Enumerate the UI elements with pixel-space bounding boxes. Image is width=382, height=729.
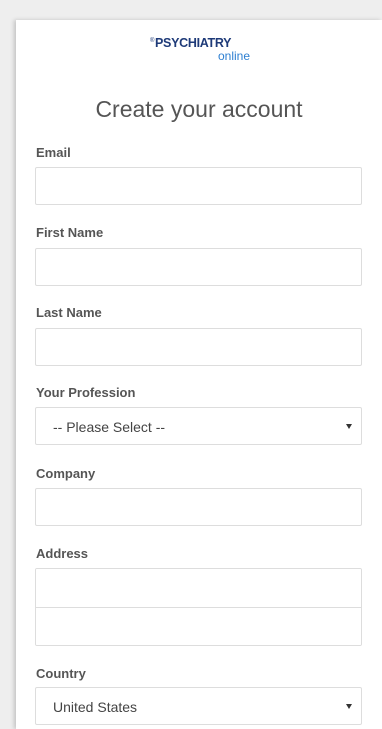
last-name-label: Last Name [36, 305, 102, 320]
profession-selected-value: -- Please Select -- [53, 419, 166, 435]
email-label: Email [36, 145, 71, 160]
company-label: Company [36, 466, 96, 481]
address-group [35, 568, 362, 646]
profession-label: Your Profession [36, 385, 136, 400]
chevron-down-icon [346, 704, 352, 709]
page-title: Create your account [95, 96, 303, 122]
logo-sub-text: online [217, 49, 250, 63]
logo-main-text: PSYCHIATRY [155, 36, 232, 50]
address-line-1-field[interactable] [36, 569, 361, 607]
logo-trademark: ® [150, 38, 155, 44]
country-select[interactable]: United States [35, 687, 362, 725]
first-name-field[interactable] [35, 248, 362, 286]
address-line-2-field[interactable] [36, 607, 361, 645]
email-field[interactable] [35, 167, 362, 205]
psychiatry-online-logo: ® PSYCHIATRY online [150, 36, 250, 68]
country-label: Country [36, 666, 86, 681]
profession-select[interactable]: -- Please Select -- [35, 407, 362, 445]
first-name-label: First Name [36, 225, 104, 240]
address-label: Address [36, 546, 89, 561]
country-selected-value: United States [53, 699, 138, 715]
chevron-down-icon [346, 424, 352, 429]
last-name-field[interactable] [35, 328, 362, 366]
company-field[interactable] [35, 488, 362, 526]
page: ® PSYCHIATRY online Create your account … [0, 0, 382, 729]
